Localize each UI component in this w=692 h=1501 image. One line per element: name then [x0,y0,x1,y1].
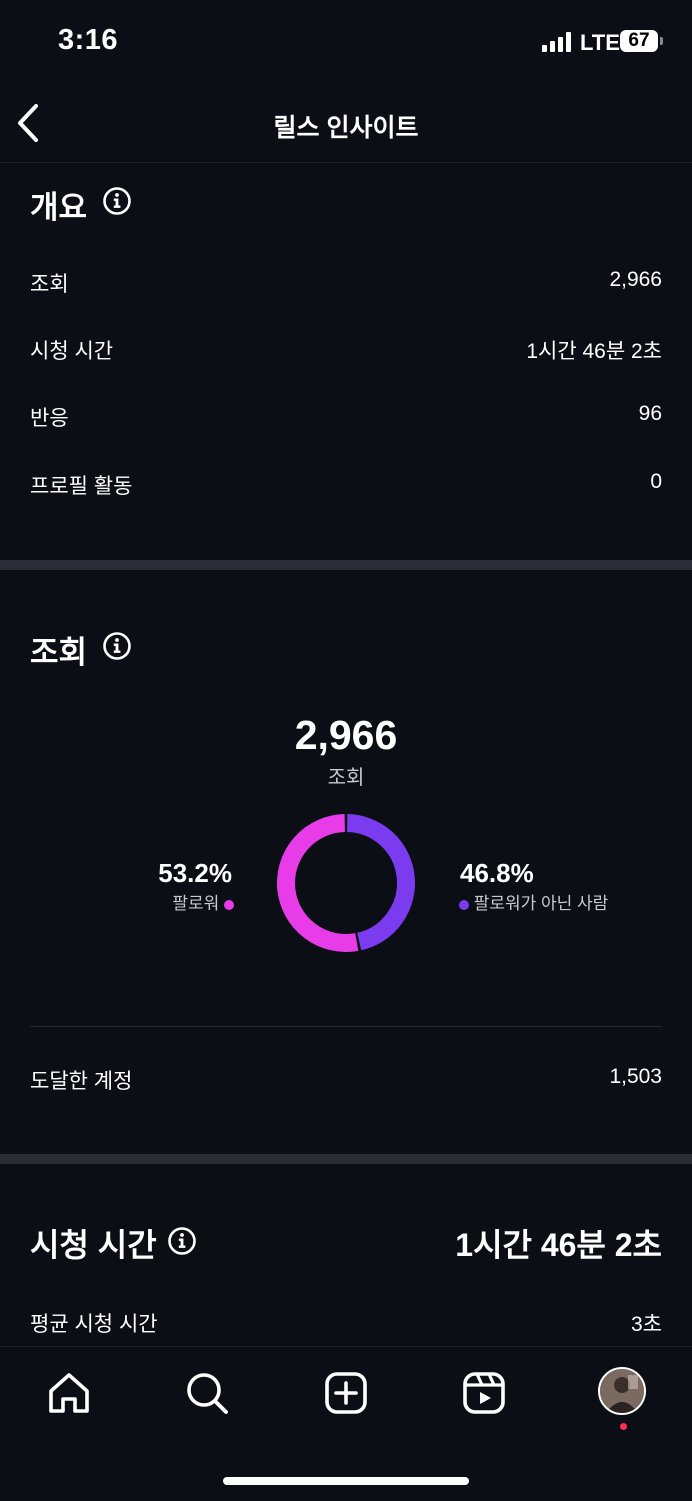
followers-percent: 53.2% [158,858,232,888]
info-icon[interactable] [102,186,132,216]
signal-icon [542,32,571,52]
nonfollowers-slice [346,814,415,951]
notification-dot [620,1423,627,1430]
bottom-tab-bar [0,1346,692,1501]
views-total-label: 조회 [327,767,365,789]
avatar-image [600,1369,644,1413]
home-icon[interactable] [43,1367,95,1419]
page-title: 릴스 인사이트 [273,114,419,142]
status-bar: 3:16 LTE 67 [0,0,692,86]
info-icon[interactable] [102,631,132,661]
create-icon[interactable] [320,1367,372,1419]
network-label: LTE [580,30,620,55]
home-indicator [223,1477,469,1485]
overview-row-label: 조회 [30,273,69,296]
section-divider [0,1154,692,1164]
overview-row-label: 반응 [30,407,69,430]
status-time: 3:16 [58,24,119,56]
overview-row-label: 시청 시간 [30,340,114,363]
overview-row-value: 1시간 46분 2초 [526,340,662,363]
nonfollowers-legend-label: 팔로워가 아닌 사람 [473,894,609,913]
overview-row-value: 2,966 [609,268,662,291]
views-donut-chart [277,814,415,952]
battery-icon: 67 [620,30,658,52]
search-icon[interactable] [181,1367,233,1419]
divider-line [30,1026,662,1027]
accounts-reached-value: 1,503 [609,1065,662,1088]
overview-title: 개요 [30,190,88,225]
nav-header: 릴스 인사이트 [0,86,692,163]
watch-time-total: 1시간 46분 2초 [455,1227,662,1263]
info-icon[interactable] [167,1226,197,1256]
nonfollowers-dot [459,899,469,910]
overview-row-value: 0 [650,470,662,493]
nonfollowers-percent: 46.8% [460,858,534,888]
reels-icon[interactable] [458,1367,510,1419]
followers-legend: 팔로워 [172,889,234,914]
views-total: 2,966 [294,712,398,758]
followers-dot [224,899,234,910]
views-title: 조회 [30,635,88,670]
battery-tip [660,37,663,45]
accounts-reached-label: 도달한 계정 [30,1070,133,1093]
followers-legend-label: 팔로워 [172,894,220,913]
overview-row-label: 프로필 활동 [30,475,133,498]
avg-watch-time-label: 평균 시청 시간 [30,1313,158,1336]
section-divider [0,560,692,570]
followers-slice [277,814,359,952]
avg-watch-time-value: 3초 [631,1313,662,1336]
overview-row-value: 96 [638,402,662,425]
watch-time-title: 시청 시간 [30,1227,157,1263]
nonfollowers-legend: 팔로워가 아닌 사람 [459,889,608,914]
profile-avatar[interactable] [598,1367,646,1415]
